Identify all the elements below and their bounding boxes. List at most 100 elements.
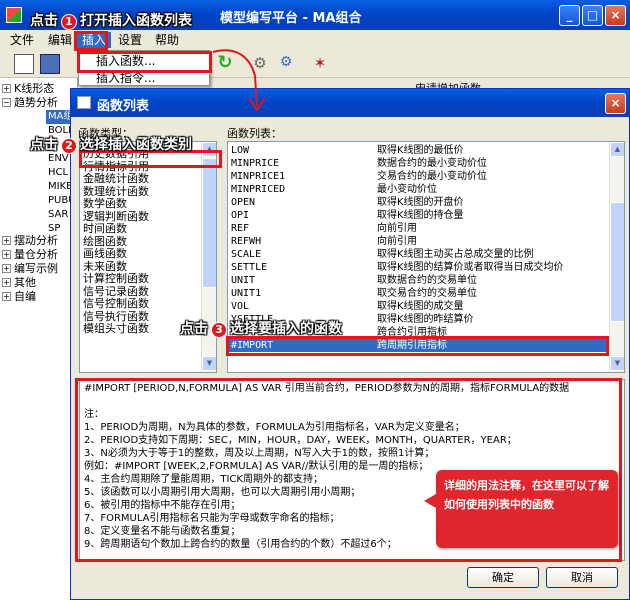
function-name: LOW [231, 145, 250, 156]
function-row[interactable]: MINPRICE1 交易合约的最小变动价位 [228, 170, 609, 183]
category-item[interactable]: 金融统计函数 [83, 173, 201, 185]
function-row[interactable]: LOW 取得K线图的最低价 [228, 144, 609, 157]
function-row[interactable]: UNIT 取数据合约的交易单位 [228, 274, 609, 287]
function-scrollbar[interactable]: ▲ ▼ [609, 142, 624, 372]
tree-item-volume[interactable]: + 量仓分析 [2, 248, 58, 262]
function-row[interactable]: MINPRICE 数据合约的最小变动价位 [228, 157, 609, 170]
scroll-thumb[interactable] [202, 158, 216, 288]
function-desc: 取得K线图的最低价 [377, 145, 464, 156]
function-desc: 数据合约的最小变动价位 [377, 158, 487, 169]
category-item[interactable]: 数学函数 [83, 198, 201, 210]
tree-item-editor[interactable]: + 编写示例 [2, 262, 58, 276]
collapse-icon: − [2, 98, 11, 107]
function-row[interactable]: REFWH 向前引用 [228, 235, 609, 248]
step-prefix: 点击 [30, 137, 58, 153]
category-item[interactable]: 数理统计函数 [83, 185, 201, 198]
function-desc: 取数据合约的交易单位 [377, 275, 477, 286]
category-item[interactable]: 时间函数 [83, 223, 201, 235]
cancel-button[interactable]: 取消 [546, 567, 618, 588]
step2-label: 点击 2 选择插入函数类别 [30, 136, 192, 154]
menu-help[interactable]: 帮助 [150, 32, 184, 48]
menu-settings[interactable]: 设置 [113, 32, 147, 48]
function-name: MINPRICED [231, 184, 286, 195]
category-item[interactable]: 计算控制函数 [83, 273, 201, 285]
tree-item-sub[interactable]: MIKE [48, 180, 72, 194]
step-number: 1 [61, 14, 77, 30]
scroll-down-icon[interactable]: ▼ [202, 356, 216, 371]
function-desc: 取得K线图的结算价或者取得当日成交均价 [377, 262, 564, 273]
highlight-insert-function [77, 51, 212, 73]
step3-label: 点击 3 选择要插入的函数 [180, 320, 342, 338]
step-number: 3 [211, 322, 227, 338]
function-row[interactable]: OPI 取得K线图的持仓量 [228, 209, 609, 222]
tree-label: 其他 [14, 276, 36, 289]
function-name: OPEN [231, 197, 256, 208]
tree-item-sub[interactable]: HCL [48, 166, 68, 180]
close-main-button[interactable]: × [605, 5, 626, 26]
dialog-close-button[interactable]: × [605, 93, 626, 114]
tree-item-sub[interactable]: SAR [48, 208, 68, 222]
function-name: UNIT1 [231, 288, 262, 299]
function-row[interactable]: UNIT1 取交易合约的交易单位 [228, 287, 609, 300]
dialog-icon [77, 96, 91, 109]
step-number: 2 [61, 138, 77, 154]
expand-icon: + [2, 84, 11, 93]
expand-icon: + [2, 264, 11, 273]
tree-item-trend[interactable]: − 趋势分析 [2, 96, 58, 110]
function-desc: 向前引用 [377, 223, 417, 234]
function-desc: 交易合约的最小变动价位 [377, 171, 487, 182]
scroll-up-icon[interactable]: ▲ [610, 142, 624, 157]
tree-item-sub[interactable]: ENV [48, 152, 69, 166]
function-desc: 取得K线图的成交量 [377, 301, 464, 312]
function-row[interactable]: SETTLE 取得K线图的结算价或者取得当日成交均价 [228, 261, 609, 274]
function-row[interactable]: VOL 取得K线图的成交量 [228, 300, 609, 313]
category-item[interactable]: 画线函数 [83, 248, 201, 260]
tree-label: 编写示例 [14, 262, 58, 275]
function-row[interactable]: SCALE 取得K线图主动买占总成交量的比例 [228, 248, 609, 261]
tree-item-custom[interactable]: + 自编 [2, 290, 36, 304]
category-item[interactable]: 绘图函数 [83, 235, 201, 248]
function-desc: 取得K线图的开盘价 [377, 197, 464, 208]
main-window-title: 模型编写平台 - MA组合 [220, 11, 362, 26]
function-desc: 取得K线图主动买占总成交量的比例 [377, 249, 534, 260]
step1-label: 点击 1 打开插入函数列表 [30, 12, 192, 30]
tree-item-swing[interactable]: + 摆动分析 [2, 234, 58, 248]
function-name: SCALE [231, 249, 262, 260]
function-row[interactable]: MINPRICED 最小变动价位 [228, 183, 609, 196]
function-name: OPI [231, 210, 250, 221]
description-callout: 详细的用法注释，在这里可以了解如何使用列表中的函数 [424, 470, 618, 548]
expand-icon: + [2, 236, 11, 245]
step-text: 选择要插入的函数 [230, 321, 342, 337]
category-listbox[interactable]: 历史数据引用 行情指标引用 金融统计函数 数理统计函数 数学函数 逻辑判断函数 时间函数 绘图… [79, 141, 217, 373]
function-row[interactable]: OPEN 取得K线图的开盘价 [228, 196, 609, 209]
function-name: MINPRICE [231, 158, 280, 169]
wand-icon[interactable]: ✶ [310, 54, 330, 74]
scroll-down-icon[interactable]: ▼ [610, 356, 624, 371]
menu-edit[interactable]: 编辑 [43, 32, 77, 48]
step-prefix: 点击 [180, 321, 208, 337]
minimize-button[interactable]: _ [559, 5, 580, 26]
tree-label: 摆动分析 [14, 234, 58, 247]
new-document-icon[interactable] [14, 54, 34, 74]
category-item[interactable]: 未来函数 [83, 260, 201, 273]
menu-file[interactable]: 文件 [5, 32, 39, 48]
tree-item-kline[interactable]: + K线形态 [2, 82, 54, 96]
app-icon [6, 7, 22, 23]
tree-item-other[interactable]: + 其他 [2, 276, 36, 290]
maximize-button[interactable]: □ [582, 5, 603, 26]
tree-label: 自编 [14, 290, 36, 303]
category-item[interactable]: 信号记录函数 [83, 285, 201, 298]
dialog-title-bar: 函数列表 × [71, 89, 629, 117]
category-item[interactable]: 逻辑判断函数 [83, 210, 201, 223]
function-row[interactable]: REF 向前引用 [228, 222, 609, 235]
ok-button[interactable]: 确定 [467, 567, 539, 588]
save-icon[interactable] [40, 54, 60, 74]
function-desc: 向前引用 [377, 236, 417, 247]
function-name: REF [231, 223, 250, 234]
function-name: UNIT [231, 275, 256, 286]
settings-icon[interactable]: ⚙ [276, 54, 296, 74]
step-text: 选择插入函数类别 [80, 137, 192, 153]
function-desc: 取得K线图的昨结算价 [377, 314, 474, 325]
category-item[interactable]: 信号控制函数 [83, 298, 201, 310]
scroll-thumb[interactable] [610, 202, 624, 322]
